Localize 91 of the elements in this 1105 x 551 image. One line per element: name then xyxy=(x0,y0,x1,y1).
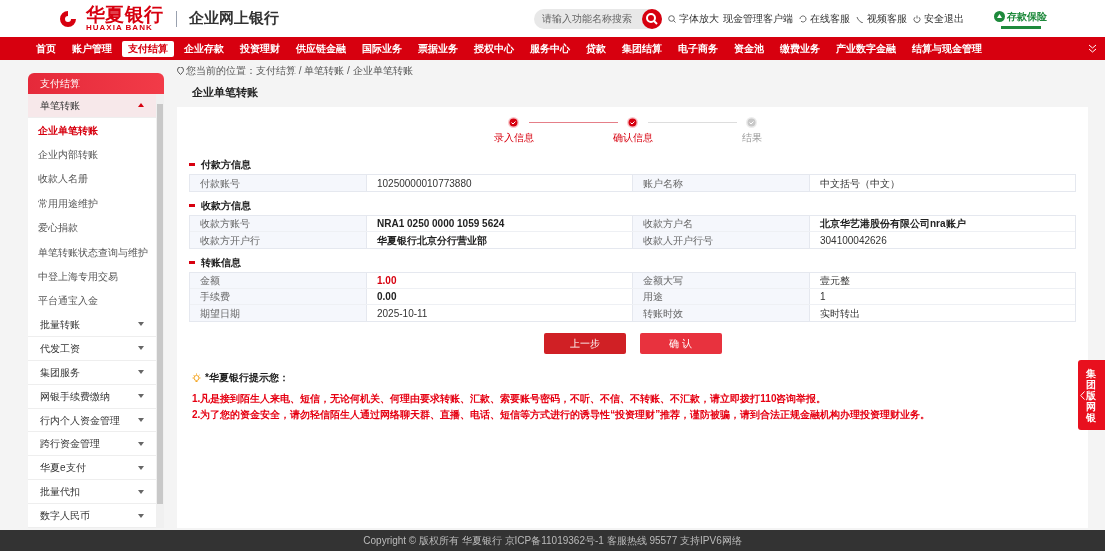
section-title: 付款方信息 xyxy=(201,158,251,172)
side-tab-label: 集团版网银 xyxy=(1086,367,1096,423)
nav-tab[interactable]: 企业存款 xyxy=(178,40,230,57)
header-link[interactable]: 现金管理客户端 xyxy=(723,11,793,26)
section-title: 转账信息 xyxy=(201,256,241,270)
power-icon xyxy=(913,14,921,23)
caret-down-icon xyxy=(138,418,144,422)
field-label: 收款方账号 xyxy=(190,216,367,231)
nav-tab[interactable]: 贷款 xyxy=(580,40,612,57)
sidebar-item[interactable]: 单笔转账状态查询与维护 xyxy=(28,239,156,265)
caret-down-icon xyxy=(138,346,144,351)
location-pin-icon xyxy=(177,66,184,75)
field-label: 收款人开户行号 xyxy=(633,232,810,248)
header-link[interactable]: 字体放大 xyxy=(679,11,719,26)
field-label: 期望日期 xyxy=(190,305,367,321)
header-link[interactable]: 在线客服 xyxy=(810,11,850,26)
section-title: 收款方信息 xyxy=(201,199,251,213)
breadcrumb: 您当前的位置：支付结算 / 单笔转账 / 企业单笔转账 xyxy=(186,64,413,78)
caret-up-icon xyxy=(138,103,144,108)
nav-tab[interactable]: 首页 xyxy=(30,40,62,57)
sidebar-item[interactable]: 中登上海专用交易 xyxy=(28,264,156,289)
caret-down-icon xyxy=(138,370,144,375)
field-label: 手续费 xyxy=(190,289,367,304)
lightbulb-icon xyxy=(192,372,201,383)
search-field[interactable]: 请输入功能名称搜索 xyxy=(534,8,662,29)
caret-down-icon xyxy=(138,322,144,327)
nav-tab[interactable]: 供应链金融 xyxy=(290,40,352,57)
sidebar-item[interactable]: 平台通宝入金 xyxy=(28,288,156,313)
field-value: 中文括号（中文） xyxy=(819,176,901,191)
insurance-logo-icon xyxy=(994,10,1005,22)
nav-tab[interactable]: 国际业务 xyxy=(356,40,408,57)
chevron-left-icon xyxy=(1080,390,1085,400)
caret-down-icon xyxy=(138,394,144,399)
nav-tab[interactable]: 电子商务 xyxy=(672,40,724,57)
field-value: 304100042626 xyxy=(819,233,888,248)
portal-title: 企业网上银行 xyxy=(188,8,279,29)
notice-text: 1.凡是接到陌生人来电、短信，无论何机关、何理由要求转账、汇款、索要账号密码，不听、不信、不转账、不汇款，请立即拨打110咨询举报。 xyxy=(192,392,828,406)
sidebar-group[interactable]: 单笔转账 xyxy=(28,94,156,118)
caret-down-icon xyxy=(138,465,144,470)
notice-title: *华夏银行提示您： xyxy=(205,371,289,385)
logo-text: 华夏银行 xyxy=(86,5,164,24)
back-button[interactable]: 上一步 xyxy=(543,333,626,354)
nav-tab[interactable]: 支付结算 xyxy=(122,40,174,57)
sidebar-item[interactable]: 常用用途维护 xyxy=(28,191,156,216)
sidebar-item[interactable]: 爱心捐款 xyxy=(28,215,156,240)
field-value: 壹元整 xyxy=(819,274,851,288)
sidebar-item[interactable]: 企业内部转账 xyxy=(28,142,156,167)
field-value: 1 xyxy=(819,290,827,304)
logo-mark-icon xyxy=(58,9,78,28)
sidebar-item[interactable]: 企业单笔转账 xyxy=(28,117,156,143)
page-title: 企业单笔转账 xyxy=(191,85,259,101)
nav-tab[interactable]: 账户管理 xyxy=(66,40,118,57)
nav-tab[interactable]: 缴费业务 xyxy=(774,40,826,57)
step-label: 确认信息 xyxy=(612,131,653,145)
field-label: 转账时效 xyxy=(633,305,810,321)
step-label: 结果 xyxy=(741,131,762,145)
header-link[interactable]: 视频客服 xyxy=(867,11,907,26)
nav-tab[interactable]: 投资理财 xyxy=(234,40,286,57)
nav-tab[interactable]: 资金池 xyxy=(728,40,770,57)
caret-down-icon xyxy=(138,513,144,518)
field-label: 金额 xyxy=(190,273,367,288)
field-label: 账户名称 xyxy=(633,175,810,191)
caret-down-icon xyxy=(138,441,144,446)
group-banking-tab[interactable]: 集团版网银 xyxy=(1078,360,1105,430)
search-icon xyxy=(642,8,662,29)
sidebar-title: 支付结算 xyxy=(28,73,164,94)
nav-tab[interactable]: 授权中心 xyxy=(468,40,520,57)
nav-tab[interactable]: 服务中心 xyxy=(524,40,576,57)
confirm-button[interactable]: 确 认 xyxy=(639,333,722,354)
field-label: 收款方户名 xyxy=(633,216,810,231)
nav-tab[interactable]: 集团结算 xyxy=(616,40,668,57)
field-label: 用途 xyxy=(633,289,810,304)
double-chevron-icon xyxy=(1088,44,1097,53)
caret-down-icon xyxy=(138,489,144,494)
field-value: 实时转出 xyxy=(819,306,861,321)
scrollbar[interactable] xyxy=(156,94,164,528)
badge-text: 存款保险 xyxy=(1007,9,1047,24)
logo-subtext: HUAXIA BANK xyxy=(86,24,153,32)
field-label: 金额大写 xyxy=(633,273,810,288)
field-value: 北京华艺港股份有限公司nra账户 xyxy=(819,217,967,231)
magnifier-icon xyxy=(668,14,676,23)
nav-tab[interactable]: 票据业务 xyxy=(412,40,464,57)
footer-text: Copyright © 版权所有 华夏银行 京ICP备11019362号-1 客服热线 95577 支持IPV6网络 xyxy=(363,534,742,548)
field-label: 付款账号 xyxy=(190,175,367,191)
notice-text: 2.为了您的资金安全，请勿轻信陌生人通过网络聊天群、直播、电话、短信等方式进行的诱导性“投资理财”推荐，谨防被骗，请到合法正规金融机构办理投资理财业务。 xyxy=(192,408,932,422)
step-label: 录入信息 xyxy=(493,131,534,145)
header-link[interactable]: 安全退出 xyxy=(924,11,964,26)
field-label: 收款方开户行 xyxy=(190,232,367,248)
nav-tab[interactable]: 结算与现金管理 xyxy=(906,40,988,57)
sidebar-item[interactable]: 收款人名册 xyxy=(28,166,156,192)
nav-tab[interactable]: 产业数字金融 xyxy=(830,40,902,57)
